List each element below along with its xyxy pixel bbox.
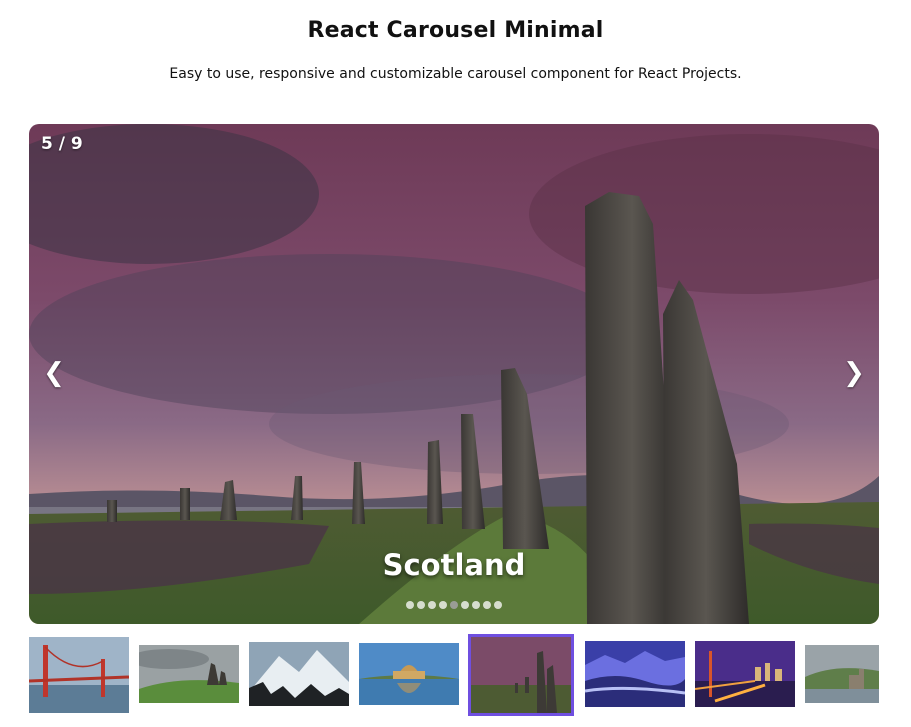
thumbnail-5[interactable] (468, 634, 574, 716)
slide-dot-2[interactable] (417, 601, 425, 609)
slide-caption: Scotland (382, 548, 526, 582)
slide-dot-4[interactable] (439, 601, 447, 609)
thumbnail-3[interactable] (249, 642, 349, 706)
palace-of-fine-arts-thumb (359, 643, 459, 705)
slide-dot-3[interactable] (428, 601, 436, 609)
slide-dot-9[interactable] (494, 601, 502, 609)
snowy-mountain-thumb (249, 642, 349, 706)
slide-dot-1[interactable] (406, 601, 414, 609)
slide-dot-5[interactable] (450, 601, 458, 609)
thumbnail-6[interactable] (585, 641, 685, 707)
prev-slide-button[interactable]: ❮ (41, 360, 67, 390)
page: React Carousel Minimal Easy to use, resp… (0, 0, 911, 727)
page-subtitle: Easy to use, responsive and customizable… (169, 66, 742, 82)
slide-dot-8[interactable] (483, 601, 491, 609)
thumbnail-2[interactable] (139, 645, 239, 703)
thumbnail-7[interactable] (695, 641, 795, 707)
night-city-bridge-thumb (695, 641, 795, 707)
slide-dot-6[interactable] (461, 601, 469, 609)
slide-counter: 5 / 9 (41, 134, 83, 154)
standing-stones-thumb (471, 637, 571, 713)
thumbnail-1[interactable] (29, 637, 129, 713)
thumbnail-strip (29, 634, 879, 716)
slide-dot-7[interactable] (472, 601, 480, 609)
page-title: React Carousel Minimal (307, 18, 604, 43)
slide-dots (29, 601, 879, 611)
chevron-right-icon: ❯ (843, 358, 865, 388)
castle-lake-thumb (805, 645, 879, 703)
carousel[interactable]: 5 / 9 ❮ ❯ Scotland (29, 124, 879, 624)
green-hills-thumb (139, 645, 239, 703)
chevron-left-icon: ❮ (43, 358, 65, 388)
next-slide-button[interactable]: ❯ (841, 360, 867, 390)
blue-mountains-thumb (585, 641, 685, 707)
thumbnail-4[interactable] (359, 643, 459, 705)
thumbnail-8[interactable] (805, 645, 879, 703)
golden-gate-bridge-thumb (29, 637, 129, 713)
